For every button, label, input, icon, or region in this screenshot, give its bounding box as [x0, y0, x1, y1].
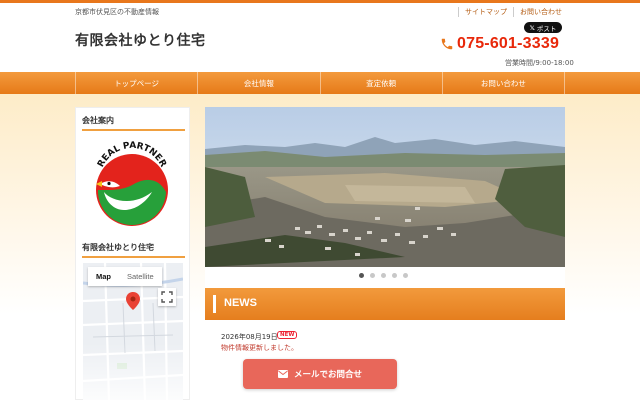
map-tab-satellite[interactable]: Satellite — [119, 267, 162, 286]
news-date: 2026年08月19日 — [221, 333, 278, 341]
x-post-label: ポスト — [536, 24, 557, 33]
nav-item-appraisal[interactable]: 査定依頼 — [319, 72, 442, 94]
mail-button-label: メールでお問合せ — [293, 370, 362, 380]
main-content: NEWS 2026年08月19日 NEW 物件情報更新しました。 — [205, 107, 565, 400]
nav-item-top[interactable]: トップページ — [75, 72, 197, 94]
map-fade-overlay — [83, 343, 183, 400]
map-pin-icon[interactable] — [126, 292, 140, 310]
news-title: NEWS — [224, 297, 257, 309]
slider-dot[interactable] — [359, 273, 364, 278]
hero-slider-image[interactable] — [205, 107, 565, 267]
slider-dot[interactable] — [403, 273, 408, 278]
new-badge: NEW — [277, 331, 298, 339]
global-nav: トップページ 会社情報 査定依頼 お問い合わせ — [0, 72, 640, 94]
top-links: サイトマップ お問い合わせ — [458, 7, 564, 17]
sidebar-heading-map: 有限会社ゆとり住宅 — [82, 242, 185, 258]
mail-contact-button[interactable]: メールでお問合せ — [243, 359, 397, 389]
site-tagline: 京都市伏見区の不動産情報 — [75, 8, 159, 16]
phone-icon — [441, 38, 453, 50]
phone-contact[interactable]: 075-601-3339 — [440, 35, 559, 53]
map-tab-map[interactable]: Map — [88, 267, 119, 286]
x-logo-icon: 𝕏 — [529, 23, 535, 32]
sidebar-heading-company: 会社案内 — [82, 115, 185, 131]
map-type-tabs: Map Satellite — [88, 267, 162, 286]
phone-number: 075-601-3339 — [457, 35, 560, 52]
nav-item-contact[interactable]: お問い合わせ — [441, 72, 565, 94]
top-accent-line — [0, 0, 640, 3]
mail-icon — [277, 370, 288, 378]
fullscreen-icon — [161, 291, 173, 303]
sitemap-link[interactable]: サイトマップ — [458, 7, 513, 17]
real-partner-logo: REAL PARTNER — [96, 141, 168, 226]
fullscreen-button[interactable] — [158, 288, 176, 306]
slider-dot[interactable] — [370, 273, 375, 278]
news-header: NEWS — [205, 288, 565, 320]
slider-dot[interactable] — [392, 273, 397, 278]
slider-pagination — [359, 273, 408, 278]
news-accent-bar — [213, 295, 216, 313]
x-post-button[interactable]: 𝕏 ポスト — [524, 22, 562, 33]
site-logo[interactable]: 有限会社ゆとり住宅 — [75, 30, 206, 50]
nav-item-company[interactable]: 会社情報 — [197, 72, 319, 94]
slider-dot[interactable] — [381, 273, 386, 278]
embedded-map[interactable]: Map Satellite — [83, 263, 183, 400]
business-hours: 営業時間/9:00-18:00 — [505, 59, 574, 67]
contact-link[interactable]: お問い合わせ — [513, 7, 564, 17]
sidebar: 会社案内 REAL PARTNER 有限会社ゆとり住宅 Map Satellit… — [75, 107, 190, 400]
